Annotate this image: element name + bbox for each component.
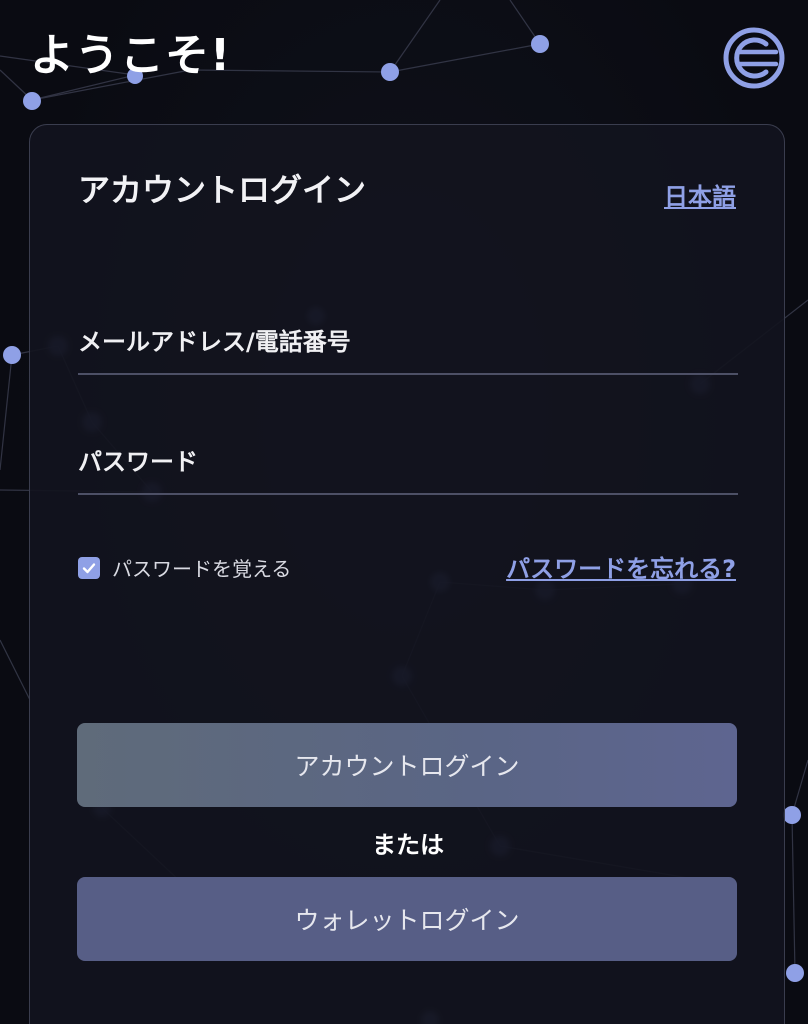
email-field-container	[78, 311, 738, 375]
login-page: ようこそ! アカウントログイン 日本語 パスワードを覚える パスワードを忘れる?	[0, 0, 808, 1024]
language-selector-link[interactable]: 日本語	[664, 177, 736, 212]
wallet-login-button[interactable]: ウォレットログイン	[77, 877, 737, 961]
forgot-password-link[interactable]: パスワードを忘れる?	[506, 549, 736, 584]
password-field-container	[78, 431, 738, 495]
or-divider-text: または	[372, 831, 444, 859]
remember-password-label: パスワードを覚える	[112, 557, 292, 581]
brand-logo-icon[interactable]	[722, 26, 786, 90]
account-login-button[interactable]: アカウントログイン	[77, 723, 737, 807]
welcome-heading: ようこそ!	[30, 30, 232, 81]
password-input[interactable]	[78, 431, 738, 493]
login-card: アカウントログイン 日本語 パスワードを覚える パスワードを忘れる? アカウント…	[29, 124, 785, 1024]
login-card-title: アカウントログイン	[78, 171, 367, 209]
email-phone-input[interactable]	[78, 311, 738, 373]
remember-checkbox[interactable]	[78, 556, 100, 579]
checkmark-icon	[82, 562, 96, 573]
remember-password-toggle[interactable]: パスワードを覚える	[78, 553, 291, 582]
